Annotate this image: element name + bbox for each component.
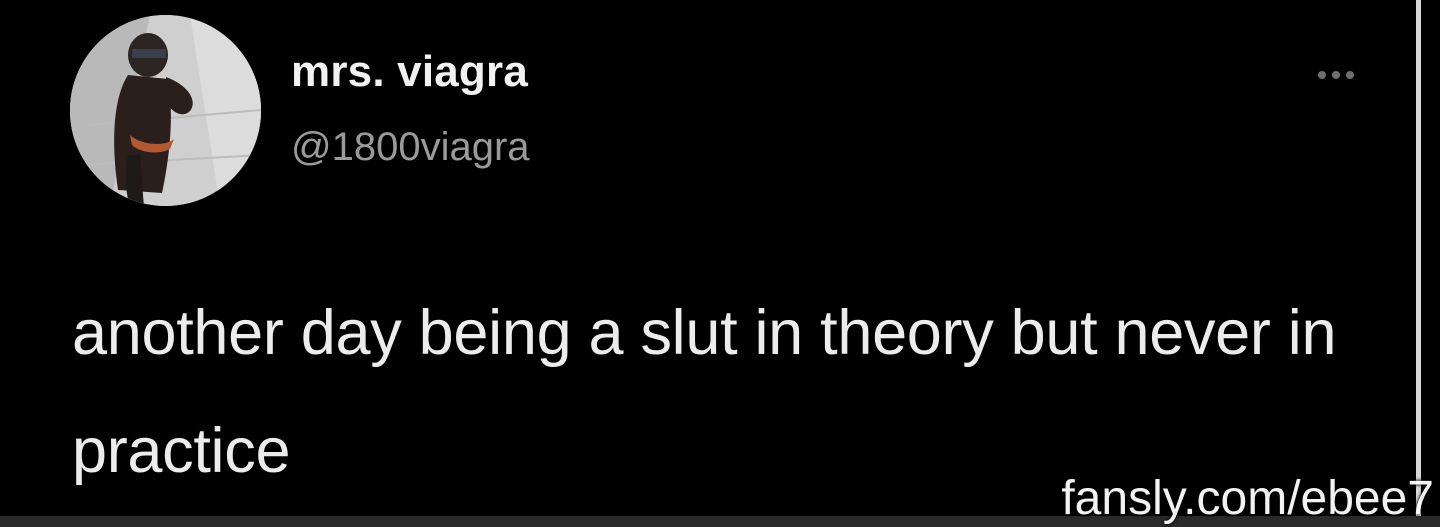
more-horizontal-icon xyxy=(1346,71,1354,79)
tweet-card: mrs. viagra @1800viagra another day bein… xyxy=(0,0,1440,527)
scrollbar[interactable] xyxy=(1416,0,1421,516)
avatar[interactable] xyxy=(70,15,261,206)
more-horizontal-icon xyxy=(1332,71,1340,79)
watermark-text: fansly.com/ebee7 xyxy=(1061,472,1434,525)
display-name[interactable]: mrs. viagra xyxy=(291,50,528,94)
more-options-button[interactable] xyxy=(1306,60,1366,90)
profile-photo-icon xyxy=(70,15,261,206)
more-horizontal-icon xyxy=(1318,71,1326,79)
user-handle[interactable]: @1800viagra xyxy=(291,127,530,167)
